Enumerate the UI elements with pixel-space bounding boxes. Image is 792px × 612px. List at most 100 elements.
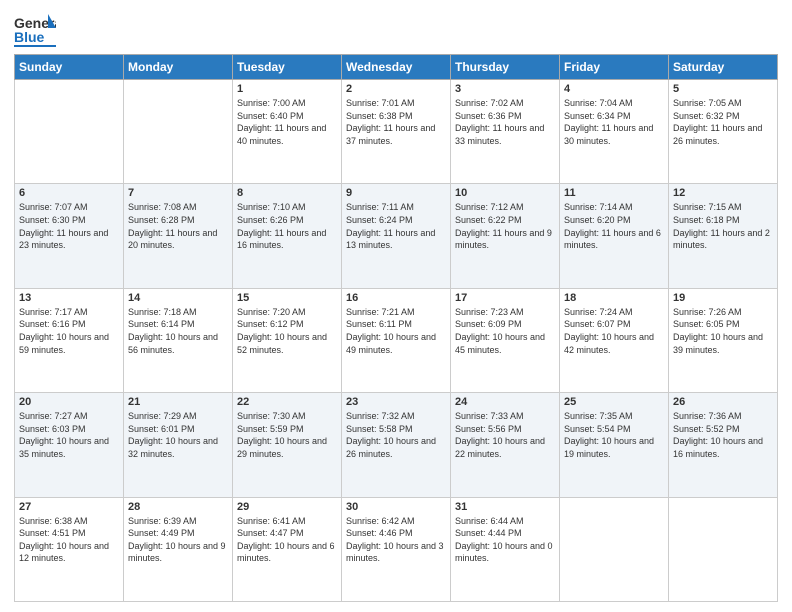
- day-number: 2: [346, 83, 446, 95]
- calendar-cell: 6Sunrise: 7:07 AMSunset: 6:30 PMDaylight…: [15, 184, 124, 288]
- day-number: 10: [455, 187, 555, 199]
- svg-text:Blue: Blue: [14, 29, 45, 45]
- calendar-cell: 12Sunrise: 7:15 AMSunset: 6:18 PMDayligh…: [669, 184, 778, 288]
- cell-info: Sunrise: 7:02 AMSunset: 6:36 PMDaylight:…: [455, 97, 555, 147]
- day-number: 18: [564, 292, 664, 304]
- day-number: 5: [673, 83, 773, 95]
- cell-info: Sunrise: 7:18 AMSunset: 6:14 PMDaylight:…: [128, 306, 228, 356]
- cell-info: Sunrise: 7:05 AMSunset: 6:32 PMDaylight:…: [673, 97, 773, 147]
- weekday-header: Monday: [124, 55, 233, 80]
- calendar-cell: 5 Sunrise: 7:05 AMSunset: 6:32 PMDaylight…: [669, 80, 778, 184]
- calendar-cell: 4 Sunrise: 7:04 AMSunset: 6:34 PMDaylight…: [560, 80, 669, 184]
- cell-info: Sunrise: 7:04 AMSunset: 6:34 PMDaylight:…: [564, 97, 664, 147]
- calendar-cell: 22 Sunrise: 7:30 AMSunset: 5:59 PMDayligh…: [233, 393, 342, 497]
- calendar-cell: 31Sunrise: 6:44 AMSunset: 4:44 PMDayligh…: [451, 497, 560, 601]
- calendar-week-row: 1 Sunrise: 7:00 AMSunset: 6:40 PMDaylight…: [15, 80, 778, 184]
- calendar-cell: 10 Sunrise: 7:12 AMSunset: 6:22 PMDayligh…: [451, 184, 560, 288]
- day-number: 20: [19, 396, 119, 408]
- day-number: 3: [455, 83, 555, 95]
- day-number: 16: [346, 292, 446, 304]
- logo: General Blue: [14, 10, 56, 48]
- day-number: 4: [564, 83, 664, 95]
- cell-info: Sunrise: 7:08 AMSunset: 6:28 PMDaylight:…: [128, 201, 228, 251]
- cell-info: Sunrise: 6:41 AMSunset: 4:47 PMDaylight:…: [237, 515, 337, 565]
- day-number: 21: [128, 396, 228, 408]
- page: General Blue SundayMondayTuesdayWednesda…: [0, 0, 792, 612]
- cell-info: Sunrise: 7:23 AMSunset: 6:09 PMDaylight:…: [455, 306, 555, 356]
- day-number: 9: [346, 187, 446, 199]
- cell-info: Sunrise: 6:42 AMSunset: 4:46 PMDaylight:…: [346, 515, 446, 565]
- calendar-cell: 2Sunrise: 7:01 AMSunset: 6:38 PMDaylight…: [342, 80, 451, 184]
- calendar-week-row: 13 Sunrise: 7:17 AMSunset: 6:16 PMDayligh…: [15, 288, 778, 392]
- day-number: 30: [346, 501, 446, 513]
- weekday-header: Thursday: [451, 55, 560, 80]
- day-number: 24: [455, 396, 555, 408]
- cell-info: Sunrise: 7:20 AMSunset: 6:12 PMDaylight:…: [237, 306, 337, 356]
- day-number: 7: [128, 187, 228, 199]
- day-number: 29: [237, 501, 337, 513]
- day-number: 23: [346, 396, 446, 408]
- calendar-cell: 16Sunrise: 7:21 AMSunset: 6:11 PMDayligh…: [342, 288, 451, 392]
- calendar-cell: 26Sunrise: 7:36 AMSunset: 5:52 PMDayligh…: [669, 393, 778, 497]
- calendar-cell: 15 Sunrise: 7:20 AMSunset: 6:12 PMDayligh…: [233, 288, 342, 392]
- cell-info: Sunrise: 6:39 AMSunset: 4:49 PMDaylight:…: [128, 515, 228, 565]
- cell-info: Sunrise: 7:00 AMSunset: 6:40 PMDaylight:…: [237, 97, 337, 147]
- cell-info: Sunrise: 7:30 AMSunset: 5:59 PMDaylight:…: [237, 410, 337, 460]
- calendar-cell: 23 Sunrise: 7:32 AMSunset: 5:58 PMDayligh…: [342, 393, 451, 497]
- day-number: 1: [237, 83, 337, 95]
- cell-info: Sunrise: 6:44 AMSunset: 4:44 PMDaylight:…: [455, 515, 555, 565]
- day-number: 11: [564, 187, 664, 199]
- weekday-header-row: SundayMondayTuesdayWednesdayThursdayFrid…: [15, 55, 778, 80]
- cell-info: Sunrise: 7:24 AMSunset: 6:07 PMDaylight:…: [564, 306, 664, 356]
- calendar-cell: 13 Sunrise: 7:17 AMSunset: 6:16 PMDayligh…: [15, 288, 124, 392]
- calendar-cell: 24 Sunrise: 7:33 AMSunset: 5:56 PMDayligh…: [451, 393, 560, 497]
- cell-info: Sunrise: 7:35 AMSunset: 5:54 PMDaylight:…: [564, 410, 664, 460]
- weekday-header: Saturday: [669, 55, 778, 80]
- calendar-cell: 20 Sunrise: 7:27 AMSunset: 6:03 PMDayligh…: [15, 393, 124, 497]
- calendar-cell: 3 Sunrise: 7:02 AMSunset: 6:36 PMDaylight…: [451, 80, 560, 184]
- calendar-cell: 17Sunrise: 7:23 AMSunset: 6:09 PMDayligh…: [451, 288, 560, 392]
- calendar-cell: 19 Sunrise: 7:26 AMSunset: 6:05 PMDayligh…: [669, 288, 778, 392]
- day-number: 13: [19, 292, 119, 304]
- calendar-table: SundayMondayTuesdayWednesdayThursdayFrid…: [14, 54, 778, 602]
- day-number: 15: [237, 292, 337, 304]
- calendar-cell: 14 Sunrise: 7:18 AMSunset: 6:14 PMDayligh…: [124, 288, 233, 392]
- cell-info: Sunrise: 6:38 AMSunset: 4:51 PMDaylight:…: [19, 515, 119, 565]
- calendar-week-row: 27Sunrise: 6:38 AMSunset: 4:51 PMDayligh…: [15, 497, 778, 601]
- cell-info: Sunrise: 7:26 AMSunset: 6:05 PMDaylight:…: [673, 306, 773, 356]
- logo-icon: General Blue: [14, 10, 56, 48]
- calendar-cell: [15, 80, 124, 184]
- calendar-cell: 29 Sunrise: 6:41 AMSunset: 4:47 PMDayligh…: [233, 497, 342, 601]
- cell-info: Sunrise: 7:12 AMSunset: 6:22 PMDaylight:…: [455, 201, 555, 251]
- weekday-header: Sunday: [15, 55, 124, 80]
- day-number: 8: [237, 187, 337, 199]
- cell-info: Sunrise: 7:29 AMSunset: 6:01 PMDaylight:…: [128, 410, 228, 460]
- calendar-week-row: 6Sunrise: 7:07 AMSunset: 6:30 PMDaylight…: [15, 184, 778, 288]
- weekday-header: Friday: [560, 55, 669, 80]
- calendar-cell: [124, 80, 233, 184]
- day-number: 22: [237, 396, 337, 408]
- calendar-cell: 1 Sunrise: 7:00 AMSunset: 6:40 PMDaylight…: [233, 80, 342, 184]
- cell-info: Sunrise: 7:33 AMSunset: 5:56 PMDaylight:…: [455, 410, 555, 460]
- calendar-cell: 28 Sunrise: 6:39 AMSunset: 4:49 PMDayligh…: [124, 497, 233, 601]
- day-number: 19: [673, 292, 773, 304]
- cell-info: Sunrise: 7:27 AMSunset: 6:03 PMDaylight:…: [19, 410, 119, 460]
- cell-info: Sunrise: 7:32 AMSunset: 5:58 PMDaylight:…: [346, 410, 446, 460]
- cell-info: Sunrise: 7:11 AMSunset: 6:24 PMDaylight:…: [346, 201, 446, 251]
- calendar-cell: [560, 497, 669, 601]
- day-number: 14: [128, 292, 228, 304]
- calendar-cell: 25Sunrise: 7:35 AMSunset: 5:54 PMDayligh…: [560, 393, 669, 497]
- weekday-header: Tuesday: [233, 55, 342, 80]
- day-number: 28: [128, 501, 228, 513]
- calendar-cell: 27Sunrise: 6:38 AMSunset: 4:51 PMDayligh…: [15, 497, 124, 601]
- cell-info: Sunrise: 7:36 AMSunset: 5:52 PMDaylight:…: [673, 410, 773, 460]
- cell-info: Sunrise: 7:07 AMSunset: 6:30 PMDaylight:…: [19, 201, 119, 251]
- calendar-week-row: 20 Sunrise: 7:27 AMSunset: 6:03 PMDayligh…: [15, 393, 778, 497]
- header: General Blue: [14, 10, 778, 48]
- calendar-cell: [669, 497, 778, 601]
- cell-info: Sunrise: 7:17 AMSunset: 6:16 PMDaylight:…: [19, 306, 119, 356]
- calendar-cell: 9 Sunrise: 7:11 AMSunset: 6:24 PMDaylight…: [342, 184, 451, 288]
- calendar-cell: 7 Sunrise: 7:08 AMSunset: 6:28 PMDaylight…: [124, 184, 233, 288]
- calendar-cell: 11Sunrise: 7:14 AMSunset: 6:20 PMDayligh…: [560, 184, 669, 288]
- cell-info: Sunrise: 7:15 AMSunset: 6:18 PMDaylight:…: [673, 201, 773, 251]
